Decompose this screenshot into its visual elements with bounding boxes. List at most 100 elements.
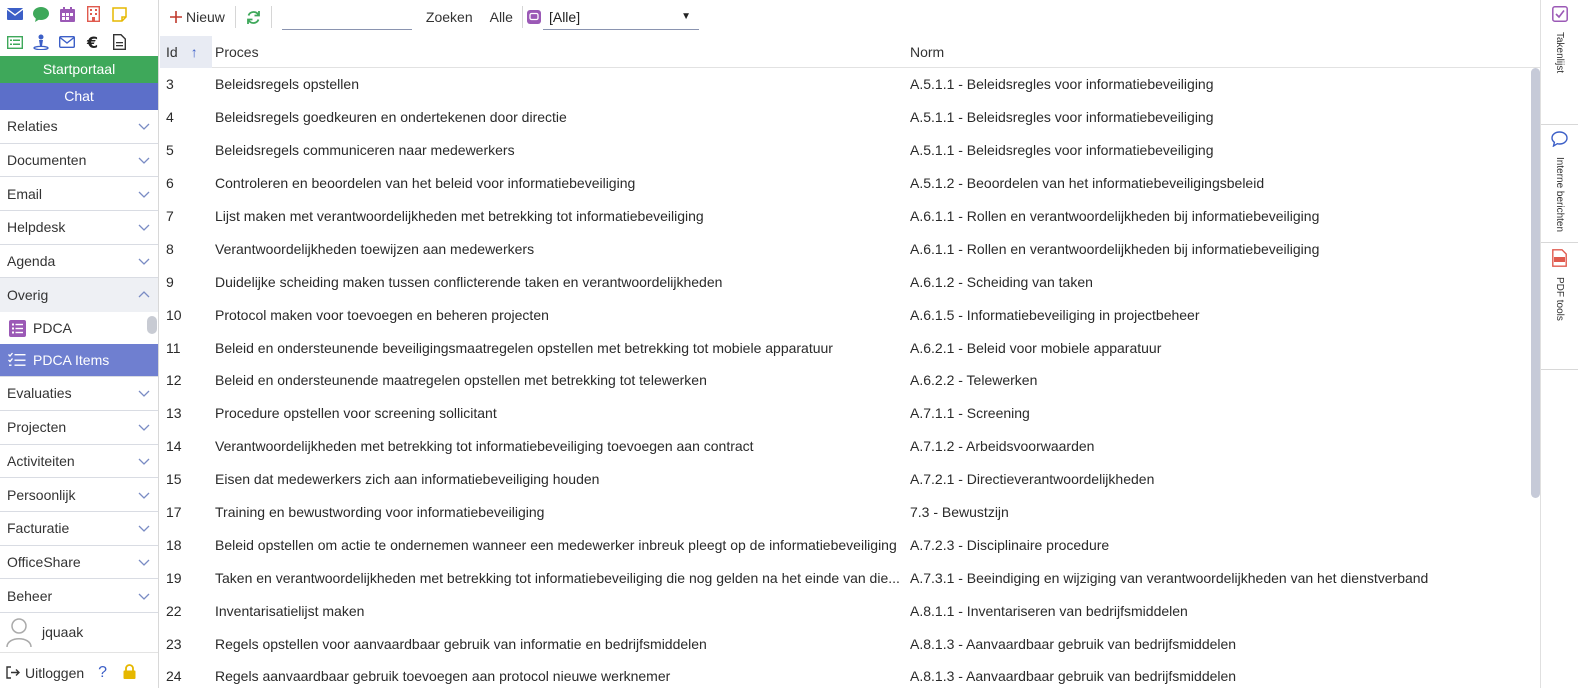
filter-select-value: [Alle]: [548, 8, 581, 25]
cell-proces: Training en bewustwording voor informati…: [215, 504, 545, 521]
chat-bubble-icon[interactable]: [28, 3, 54, 25]
refresh-button[interactable]: [246, 10, 261, 25]
nav-item-officeshare[interactable]: OfficeShare: [0, 546, 158, 580]
table-row[interactable]: 8 Verantwoordelijkheden toewijzen aan med…: [160, 232, 1540, 265]
table-row[interactable]: 5 Beleidsregels communiceren naar medewer…: [160, 134, 1540, 167]
building-icon[interactable]: [80, 3, 106, 25]
toolbar-divider: [521, 6, 523, 28]
data-grid: Id ↑ Proces Norm 3 Beleidsregels opstelle…: [160, 35, 1540, 688]
nav-item-label: OfficeShare: [7, 553, 81, 570]
cell-proces: Beleidsregels goedkeuren en ondertekenen…: [215, 109, 567, 126]
pdf-file-icon: [1552, 249, 1567, 267]
table-row[interactable]: 9 Duidelijke scheiding maken tussen confl…: [160, 265, 1540, 298]
cell-norm: A.7.2.3 - Disciplinaire procedure: [910, 536, 1110, 553]
cell-proces: Protocol maken voor toevoegen en beheren…: [215, 306, 549, 323]
nav-item-activiteiten[interactable]: Activiteiten: [0, 445, 158, 479]
rail-takenlijst[interactable]: Takenlijst: [1541, 0, 1578, 125]
nav-item-label: Relaties: [7, 118, 58, 135]
filter-select[interactable]: [Alle] ▼: [542, 4, 699, 30]
chat-button[interactable]: Chat: [0, 83, 158, 110]
nav-item-email[interactable]: Email: [0, 177, 158, 212]
table-row[interactable]: 11 Beleid en ondersteunende beveiligingsm…: [160, 331, 1540, 364]
list-icon[interactable]: [2, 31, 28, 53]
nav-item-label: Facturatie: [7, 520, 70, 537]
person-pin-icon[interactable]: [28, 31, 54, 53]
table-row[interactable]: 22 Inventarisatielijst maken A.8.1.1 - Inv…: [160, 594, 1540, 627]
cell-proces: Procedure opstellen voor screening solli…: [215, 405, 497, 422]
nav-top: Relaties Documenten Email Helpdesk Agend…: [0, 110, 158, 313]
nav-item-evaluaties[interactable]: Evaluaties: [0, 377, 158, 411]
chevron-down-icon: [138, 157, 150, 164]
cell-norm: A.6.2.1 - Beleid voor mobiele apparatuur: [910, 339, 1162, 356]
search-button[interactable]: Zoeken: [426, 9, 473, 25]
nav-item-agenda[interactable]: Agenda: [0, 245, 158, 279]
table-row[interactable]: 12 Beleid en ondersteunende maatregelen o…: [160, 364, 1540, 397]
calendar-icon[interactable]: [54, 3, 80, 25]
sidebar-item-pdca[interactable]: PDCA: [0, 312, 158, 344]
table-row[interactable]: 18 Beleid opstellen om actie te onderneme…: [160, 528, 1540, 561]
table-row[interactable]: 10 Protocol maken voor toevoegen en beher…: [160, 298, 1540, 331]
plus-icon: [170, 11, 182, 23]
table-row[interactable]: 14 Verantwoordelijkheden met betrekking t…: [160, 430, 1540, 463]
nav-item-relaties[interactable]: Relaties: [0, 110, 158, 144]
cell-id: 22: [166, 602, 182, 619]
grid-scrollbar[interactable]: [1531, 68, 1540, 498]
envelope-outline-icon[interactable]: [54, 31, 80, 53]
chevron-down-icon: [138, 224, 150, 232]
table-row[interactable]: 6 Controleren en beoordelen van het belei…: [160, 167, 1540, 200]
mail-icon[interactable]: [2, 3, 28, 25]
nav-item-facturatie[interactable]: Facturatie: [0, 512, 158, 546]
right-rail: Takenlijst Interne berichten PDF tools: [1540, 0, 1578, 688]
cell-id: 12: [166, 372, 182, 389]
new-button[interactable]: Nieuw: [170, 9, 225, 25]
toolbar-divider: [270, 6, 272, 28]
euro-icon[interactable]: €: [80, 31, 106, 53]
column-header-id[interactable]: Id ↑: [160, 35, 212, 68]
column-header-proces[interactable]: Proces: [212, 44, 908, 60]
speech-bubble-icon: [1551, 131, 1568, 147]
cell-proces: Beleid en ondersteunende maatregelen ops…: [215, 372, 707, 389]
overig-submenu: PDCA PDCA Items: [0, 312, 158, 377]
table-row[interactable]: 24 Regels aanvaardbaar gebruik toevoegen …: [160, 660, 1540, 688]
document-icon[interactable]: [106, 31, 132, 53]
sidebar-item-label: PDCA Items: [33, 352, 110, 369]
column-header-norm[interactable]: Norm: [908, 44, 1538, 60]
cell-norm: A.6.2.2 - Telewerken: [910, 372, 1038, 389]
table-row[interactable]: 19 Taken en verantwoordelijkheden met bet…: [160, 561, 1540, 594]
nav-item-documenten[interactable]: Documenten: [0, 144, 158, 178]
chevron-up-icon: [138, 291, 150, 298]
avatar-icon: [6, 618, 32, 648]
rail-pdf-tools[interactable]: PDF tools: [1541, 243, 1578, 370]
cell-norm: A.7.1.2 - Arbeidsvoorwaarden: [910, 438, 1095, 455]
nav-bottom: Evaluaties Projecten Activiteiten Persoo…: [0, 376, 158, 613]
table-row[interactable]: 15 Eisen dat medewerkers zich aan informa…: [160, 463, 1540, 496]
logout-button[interactable]: Uitloggen: [6, 665, 84, 681]
all-button[interactable]: Alle: [490, 9, 513, 25]
table-row[interactable]: 13 Procedure opstellen voor screening sol…: [160, 397, 1540, 430]
lock-icon[interactable]: [123, 664, 136, 682]
nav-item-overig[interactable]: Overig: [0, 278, 158, 313]
user-profile[interactable]: jquaak: [0, 613, 158, 653]
sidebar-item-pdca-items[interactable]: PDCA Items: [0, 344, 158, 377]
rail-interne-berichten[interactable]: Interne berichten: [1541, 125, 1578, 243]
nav-item-label: Overig: [7, 287, 49, 304]
table-row[interactable]: 17 Training en bewustwording voor informa…: [160, 496, 1540, 529]
nav-item-helpdesk[interactable]: Helpdesk: [0, 211, 158, 245]
chevron-down-icon: [138, 525, 150, 533]
table-row[interactable]: 7 Lijst maken met verantwoordelijkheden m…: [160, 200, 1540, 233]
table-row[interactable]: 23 Regels opstellen voor aanvaardbaar geb…: [160, 627, 1540, 660]
chevron-down-icon: [138, 458, 150, 465]
nav-item-persoonlijk[interactable]: Persoonlijk: [0, 478, 158, 512]
table-row[interactable]: 4 Beleidsregels goedkeuren en ondertekene…: [160, 101, 1540, 134]
table-row[interactable]: 3 Beleidsregels opstellen A.5.1.1 - Beleid…: [160, 68, 1540, 101]
nav-item-beheer[interactable]: Beheer: [0, 579, 158, 613]
help-button[interactable]: ?: [98, 664, 107, 682]
cell-norm: A.5.1.1 - Beleidsregles voor informatieb…: [910, 142, 1214, 159]
sticky-note-icon[interactable]: [106, 3, 132, 25]
cell-id: 3: [166, 76, 174, 93]
nav-item-projecten[interactable]: Projecten: [0, 411, 158, 445]
search-input[interactable]: [281, 4, 412, 30]
startportaal-button[interactable]: Startportaal: [0, 56, 158, 83]
cell-id: 23: [166, 635, 182, 652]
submenu-scrollbar[interactable]: [147, 316, 157, 335]
